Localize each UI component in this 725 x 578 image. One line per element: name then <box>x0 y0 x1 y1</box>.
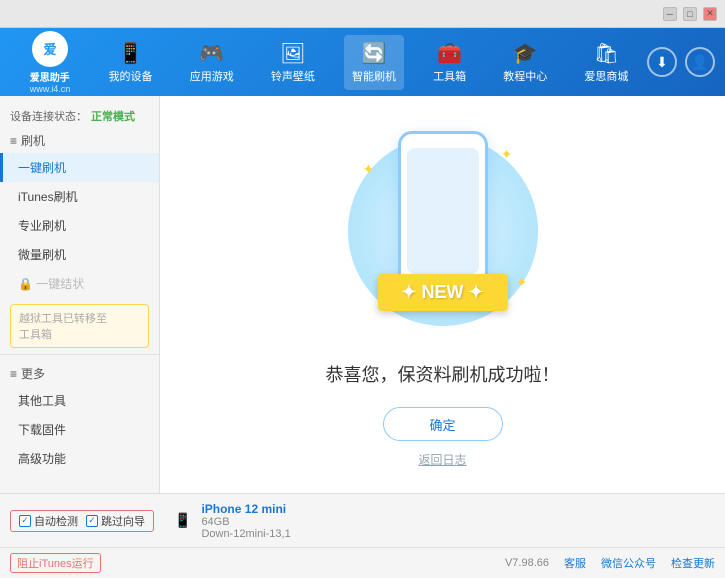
nav-smart-flash[interactable]: 🔄 智能刷机 <box>344 35 404 90</box>
sparkle-1-icon: ✦ <box>363 161 375 178</box>
more-section-icon: ≡ <box>10 367 17 381</box>
bottom-row1: ✓ 自动检测 ✓ 跳过向导 📱 iPhone 12 mini 64GB Down… <box>0 494 725 548</box>
sidebar-item-other-tools[interactable]: 其他工具 <box>0 386 159 415</box>
flash-section-icon: ≡ <box>10 134 17 148</box>
my-device-icon: 📱 <box>118 41 143 66</box>
phone-screen <box>407 148 479 274</box>
device-icon: 📱 <box>174 512 191 529</box>
wallpaper-icon: 🖼 <box>280 41 305 66</box>
sidebar: 设备连接状态： 正常模式 ≡ 刷机 一键刷机 iTunes刷机 专业刷机 微量刷… <box>0 96 160 493</box>
sidebar-item-itunes[interactable]: iTunes刷机 <box>0 182 159 211</box>
minimize-button[interactable]: ─ <box>663 7 677 21</box>
logo-text: 爱思助手 www.i4.cn <box>30 69 71 94</box>
version-text: V7.98.66 <box>505 557 549 569</box>
user-button[interactable]: 👤 <box>685 47 715 77</box>
device-info-bar: 📱 iPhone 12 mini 64GB Down-12mini-13,1 <box>164 502 715 540</box>
nav-tutorial[interactable]: 🎓 教程中心 <box>495 35 555 90</box>
sidebar-item-onekey-result: 🔒 一键结状 <box>0 269 159 298</box>
sidebar-divider <box>0 354 159 355</box>
main-container: 设备连接状态： 正常模式 ≡ 刷机 一键刷机 iTunes刷机 专业刷机 微量刷… <box>0 96 725 493</box>
nav-mall[interactable]: 🛍 爱思商城 <box>576 35 636 90</box>
mall-icon: 🛍 <box>594 41 619 66</box>
device-details: iPhone 12 mini 64GB Down-12mini-13,1 <box>201 502 290 540</box>
logo-area: 爱 爱思助手 www.i4.cn <box>10 31 90 94</box>
wechat-link[interactable]: 微信公众号 <box>601 555 656 571</box>
sidebar-section-more: ≡ 更多 <box>0 361 159 386</box>
sidebar-item-download[interactable]: 下载固件 <box>0 415 159 444</box>
confirm-button[interactable]: 确定 <box>383 407 503 441</box>
bottom-right: V7.98.66 客服 微信公众号 检查更新 <box>505 555 715 571</box>
nav-apps-games[interactable]: 🎮 应用游戏 <box>182 35 242 90</box>
sidebar-item-pro[interactable]: 专业刷机 <box>0 211 159 240</box>
content-area: ✦ ✦ ✦ ✦ NEW ✦ 恭喜您，保资料刷机成功啦！ 确定 返回日志 <box>160 96 725 493</box>
itunes-running-button[interactable]: 阻止iTunes运行 <box>10 553 101 573</box>
sparkle-2-icon: ✦ <box>501 146 513 163</box>
logo-icon: 爱 <box>32 31 68 67</box>
sidebar-item-onekey[interactable]: 一键刷机 <box>0 153 159 182</box>
update-link[interactable]: 检查更新 <box>671 555 715 571</box>
bottom-row2: 阻止iTunes运行 V7.98.66 客服 微信公众号 检查更新 <box>0 548 725 578</box>
jailbreak-notice: 越狱工具已转移至工具箱 <box>10 304 149 348</box>
smart-flash-icon: 🔄 <box>362 41 387 66</box>
checkbox-auto-detect[interactable]: ✓ 自动检测 <box>19 513 78 529</box>
return-link[interactable]: 返回日志 <box>418 451 466 468</box>
toolbox-icon: 🧰 <box>437 41 462 66</box>
nav-my-device[interactable]: 📱 我的设备 <box>101 35 161 90</box>
service-link[interactable]: 客服 <box>564 555 586 571</box>
checkbox-skip-wizard[interactable]: ✓ 跳过向导 <box>86 513 145 529</box>
auto-detect-checkbox[interactable]: ✓ <box>19 515 31 527</box>
sparkle-3-icon: ✦ <box>516 274 528 291</box>
tutorial-icon: 🎓 <box>513 41 538 66</box>
nav-right: ⬇ 👤 <box>647 47 715 77</box>
new-banner: ✦ NEW ✦ <box>377 274 507 311</box>
sidebar-section-flash: ≡ 刷机 <box>0 128 159 153</box>
sidebar-item-advanced[interactable]: 高级功能 <box>0 444 159 473</box>
nav-wallpaper[interactable]: 🖼 铃声壁纸 <box>263 35 323 90</box>
bottom-combined: ✓ 自动检测 ✓ 跳过向导 📱 iPhone 12 mini 64GB Down… <box>0 493 725 578</box>
close-button[interactable]: ✕ <box>703 7 717 21</box>
maximize-button[interactable]: □ <box>683 7 697 21</box>
phone-illustration: ✦ ✦ ✦ ✦ NEW ✦ <box>343 121 543 341</box>
status-bar: 设备连接状态： 正常模式 <box>0 104 159 128</box>
sidebar-item-micro[interactable]: 微量刷机 <box>0 240 159 269</box>
checkbox-area: ✓ 自动检测 ✓ 跳过向导 <box>10 510 154 532</box>
skip-wizard-checkbox[interactable]: ✓ <box>86 515 98 527</box>
titlebar: ─ □ ✕ <box>0 0 725 28</box>
success-text: 恭喜您，保资料刷机成功啦！ <box>326 361 560 387</box>
nav-toolbox[interactable]: 🧰 工具箱 <box>425 35 474 90</box>
apps-games-icon: 🎮 <box>199 41 224 66</box>
header: 爱 爱思助手 www.i4.cn 📱 我的设备 🎮 应用游戏 🖼 铃声壁纸 🔄 … <box>0 28 725 96</box>
phone-body <box>398 131 488 291</box>
download-button[interactable]: ⬇ <box>647 47 677 77</box>
nav-items: 📱 我的设备 🎮 应用游戏 🖼 铃声壁纸 🔄 智能刷机 🧰 工具箱 🎓 教程中心… <box>90 35 647 90</box>
